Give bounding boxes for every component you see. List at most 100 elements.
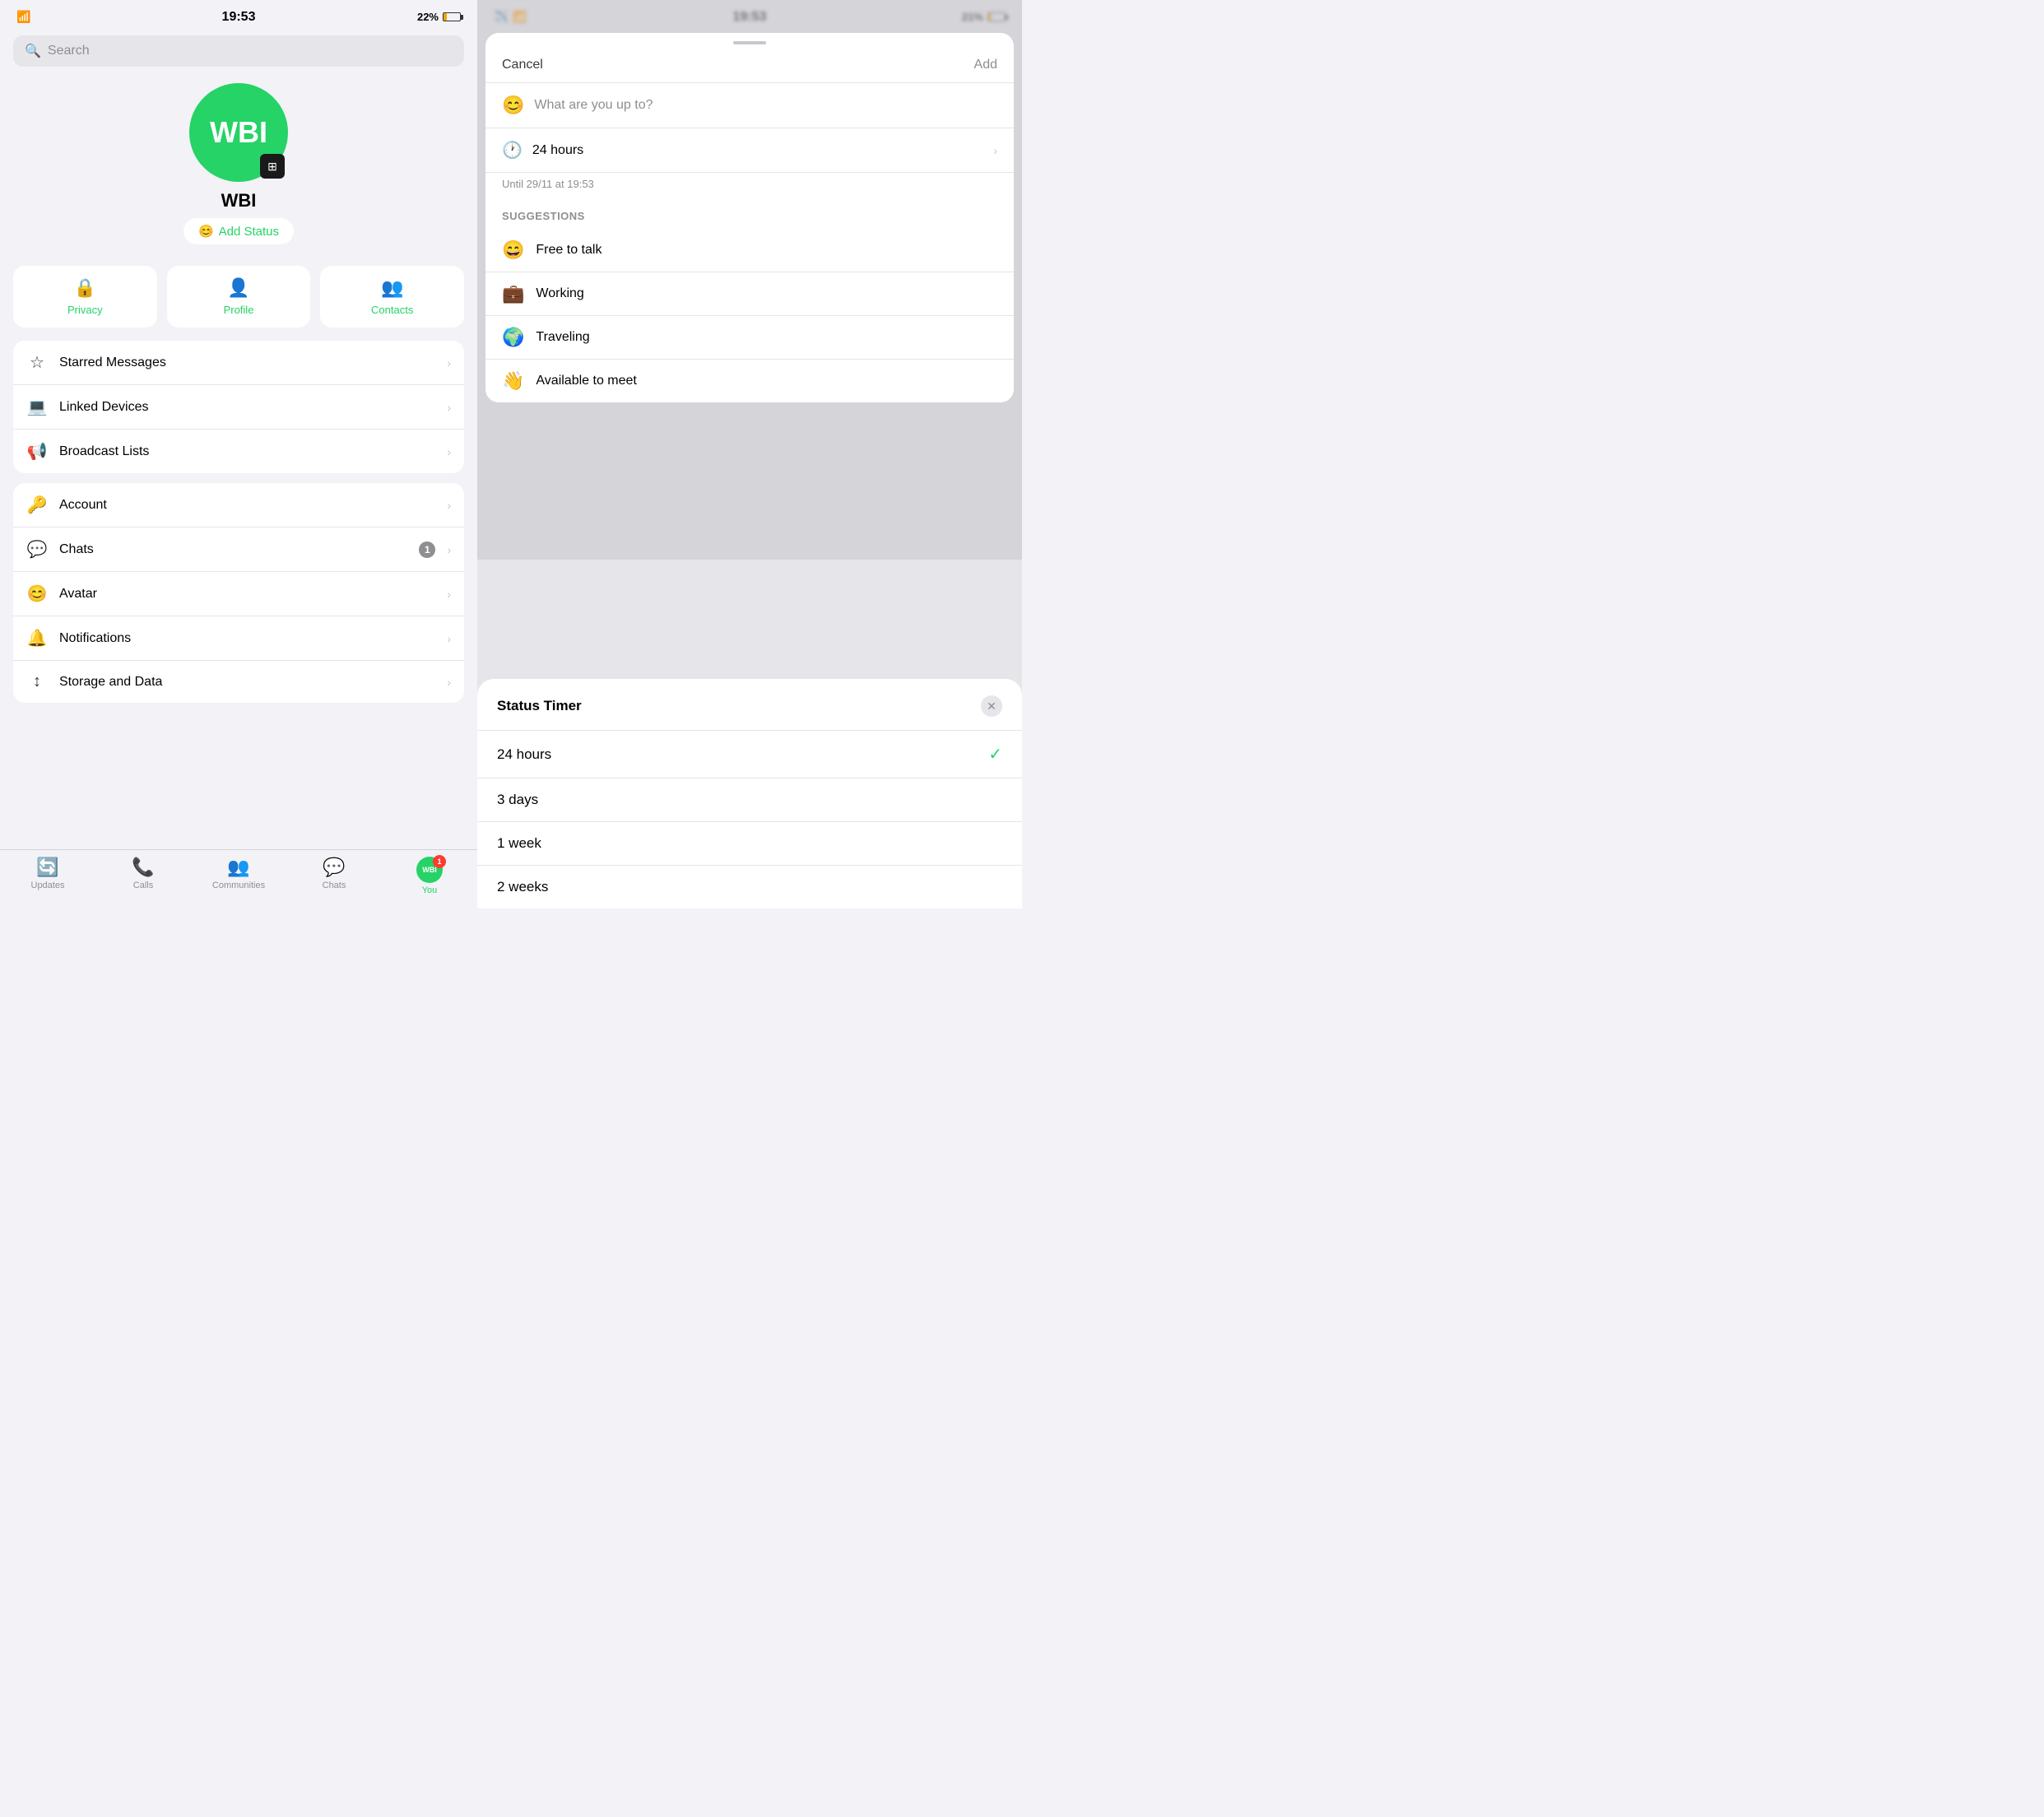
profile-name: WBI bbox=[221, 190, 257, 211]
add-status-sheet: Cancel Add 😊 What are you up to? 🕐 24 ho… bbox=[485, 33, 1014, 402]
search-icon: 🔍 bbox=[25, 43, 41, 59]
suggestion-traveling[interactable]: 🌍 Traveling bbox=[485, 316, 1014, 360]
timer-3days-label: 3 days bbox=[497, 792, 1002, 808]
linked-devices-label: Linked Devices bbox=[59, 400, 435, 415]
search-bar[interactable]: 🔍 Search bbox=[13, 35, 464, 67]
starred-messages-label: Starred Messages bbox=[59, 356, 435, 370]
account-item[interactable]: 🔑 Account › bbox=[13, 483, 464, 527]
tab-you[interactable]: WBI 1 You bbox=[382, 857, 477, 895]
broadcast-lists-label: Broadcast Lists bbox=[59, 444, 435, 459]
timer-close-button[interactable]: ✕ bbox=[981, 695, 1002, 717]
checkmark-icon: ✓ bbox=[988, 744, 1002, 764]
add-status-button[interactable]: 😊 Add Status bbox=[183, 218, 294, 244]
chevron-icon-5: › bbox=[447, 543, 451, 556]
calls-label: Calls bbox=[133, 881, 153, 890]
chats-label: Chats bbox=[323, 881, 346, 890]
profile-button[interactable]: 👤 Profile bbox=[167, 266, 311, 328]
timer-icon: 🕐 bbox=[502, 140, 523, 160]
menu-group-1: ☆ Starred Messages › 💻 Linked Devices › … bbox=[13, 341, 464, 473]
add-button[interactable]: Add bbox=[974, 58, 997, 72]
qr-icon: ⊞ bbox=[267, 160, 277, 174]
you-avatar-container: WBI 1 bbox=[416, 857, 443, 883]
tab-chats[interactable]: 💬 Chats bbox=[286, 857, 382, 895]
notifications-item[interactable]: 🔔 Notifications › bbox=[13, 616, 464, 661]
profile-label: Profile bbox=[224, 304, 254, 316]
tab-communities[interactable]: 👥 Communities bbox=[191, 857, 286, 895]
you-label: You bbox=[422, 885, 438, 895]
chats-settings-label: Chats bbox=[59, 542, 407, 557]
available-to-meet-label: Available to meet bbox=[536, 374, 636, 388]
profile-section: WBI ⊞ WBI 😊 Add Status bbox=[0, 75, 477, 258]
contacts-icon: 👥 bbox=[381, 277, 403, 299]
chevron-icon-3: › bbox=[447, 445, 451, 458]
available-emoji: 👋 bbox=[502, 370, 524, 392]
status-timer-sheet: Status Timer ✕ 24 hours ✓ 3 days 1 week … bbox=[477, 679, 1022, 908]
menu-group-2: 🔑 Account › 💬 Chats 1 › 😊 Avatar › 🔔 Not… bbox=[13, 483, 464, 703]
broadcast-icon: 📢 bbox=[26, 441, 48, 462]
timer-option-3days[interactable]: 3 days bbox=[477, 778, 1022, 822]
avatar-icon: 😊 bbox=[26, 583, 48, 604]
working-emoji: 💼 bbox=[502, 283, 524, 304]
suggestion-working[interactable]: 💼 Working bbox=[485, 272, 1014, 316]
add-status-label: Add Status bbox=[219, 225, 279, 239]
timer-24h-label: 24 hours bbox=[497, 746, 988, 763]
search-placeholder: Search bbox=[48, 44, 90, 58]
communities-label: Communities bbox=[212, 881, 265, 890]
avatar-item[interactable]: 😊 Avatar › bbox=[13, 572, 464, 616]
cancel-button[interactable]: Cancel bbox=[502, 58, 543, 72]
chats-icon: 💬 bbox=[323, 857, 345, 878]
laptop-icon: 💻 bbox=[26, 397, 48, 417]
privacy-button[interactable]: 🔒 Privacy bbox=[13, 266, 157, 328]
chevron-icon-8: › bbox=[447, 676, 451, 689]
timer-chevron: › bbox=[993, 144, 997, 157]
tab-bar: 🔄 Updates 📞 Calls 👥 Communities 💬 Chats … bbox=[0, 849, 477, 908]
chat-icon: 💬 bbox=[26, 539, 48, 560]
suggestion-free-to-talk[interactable]: 😄 Free to talk bbox=[485, 229, 1014, 272]
traveling-label: Traveling bbox=[536, 330, 589, 345]
starred-messages-item[interactable]: ☆ Starred Messages › bbox=[13, 341, 464, 385]
chevron-icon: › bbox=[447, 356, 451, 369]
timer-option-24h[interactable]: 24 hours ✓ bbox=[477, 731, 1022, 778]
time-left: 19:53 bbox=[222, 10, 256, 25]
avatar-container: WBI ⊞ bbox=[189, 83, 288, 182]
battery-bar-left bbox=[443, 12, 461, 21]
status-bar-left: 📶 19:53 22% bbox=[0, 0, 477, 29]
chevron-icon-7: › bbox=[447, 632, 451, 645]
chevron-icon-6: › bbox=[447, 588, 451, 601]
left-panel: 📶 19:53 22% 🔍 Search WBI ⊞ WBI 😊 Add Sta… bbox=[0, 0, 477, 908]
storage-item[interactable]: ↕ Storage and Data › bbox=[13, 661, 464, 703]
suggestion-available-to-meet[interactable]: 👋 Available to meet bbox=[485, 360, 1014, 402]
timer-option-2weeks[interactable]: 2 weeks bbox=[477, 866, 1022, 908]
contacts-button[interactable]: 👥 Contacts bbox=[320, 266, 464, 328]
tab-calls[interactable]: 📞 Calls bbox=[95, 857, 191, 895]
timer-label: 24 hours bbox=[532, 143, 983, 158]
broadcast-lists-item[interactable]: 📢 Broadcast Lists › bbox=[13, 430, 464, 473]
sheet-header: Cancel Add bbox=[485, 49, 1014, 83]
bell-icon: 🔔 bbox=[26, 628, 48, 648]
free-to-talk-label: Free to talk bbox=[536, 243, 602, 258]
chats-badge: 1 bbox=[419, 541, 435, 558]
timer-row[interactable]: 🕐 24 hours › bbox=[485, 128, 1014, 173]
privacy-icon: 🔒 bbox=[74, 277, 96, 299]
notifications-label: Notifications bbox=[59, 631, 435, 646]
linked-devices-item[interactable]: 💻 Linked Devices › bbox=[13, 385, 464, 430]
wifi-icon: 📶 bbox=[16, 10, 30, 24]
chats-settings-item[interactable]: 💬 Chats 1 › bbox=[13, 527, 464, 572]
you-initials: WBI bbox=[422, 866, 437, 874]
updates-label: Updates bbox=[31, 881, 65, 890]
status-input-row[interactable]: 😊 What are you up to? bbox=[485, 83, 1014, 128]
add-status-icon: 😊 bbox=[198, 224, 214, 239]
communities-icon: 👥 bbox=[227, 857, 249, 878]
account-icon: 🔑 bbox=[26, 495, 48, 515]
tab-updates[interactable]: 🔄 Updates bbox=[0, 857, 95, 895]
status-emoji-icon: 😊 bbox=[502, 95, 524, 116]
traveling-emoji: 🌍 bbox=[502, 327, 524, 348]
profile-icon: 👤 bbox=[227, 277, 249, 299]
battery-percent-left: 22% bbox=[417, 11, 439, 23]
suggestions-header: SUGGESTIONS bbox=[485, 198, 1014, 229]
status-icons-left: 📶 bbox=[16, 10, 30, 24]
qr-badge[interactable]: ⊞ bbox=[260, 154, 285, 179]
avatar-label: Avatar bbox=[59, 587, 435, 602]
contacts-label: Contacts bbox=[371, 304, 413, 316]
timer-option-1week[interactable]: 1 week bbox=[477, 822, 1022, 866]
